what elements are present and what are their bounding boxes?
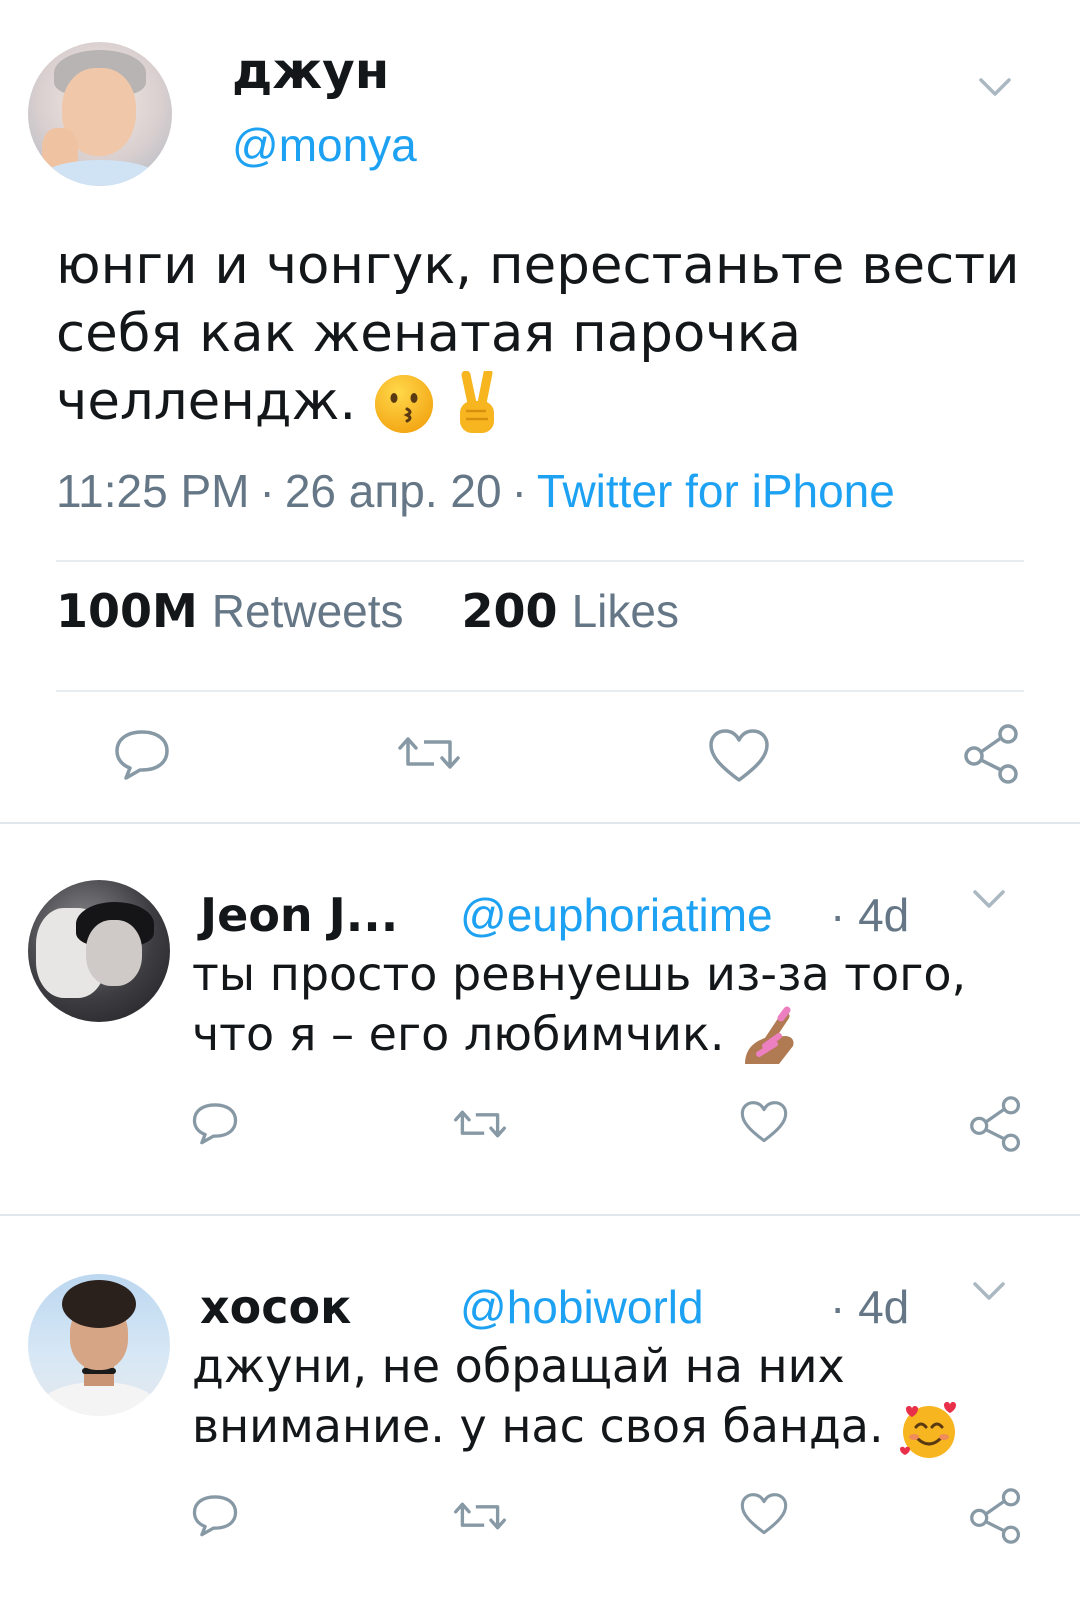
main-tweet: джун @monya юнги и чонгук, перестаньте в… xyxy=(0,0,1080,824)
reply-icon[interactable] xyxy=(190,1492,240,1538)
timestamp[interactable]: · 4d xyxy=(830,1280,909,1334)
nail-polish-icon xyxy=(745,1006,794,1064)
divider xyxy=(56,560,1024,562)
reply-icon[interactable] xyxy=(190,1100,240,1146)
retweet-icon[interactable] xyxy=(398,730,460,776)
retweet-icon[interactable] xyxy=(454,1496,506,1536)
victory-hand-icon xyxy=(459,371,494,434)
avatar[interactable] xyxy=(28,42,172,186)
kissing-face-icon xyxy=(375,375,434,434)
reply-text: ты просто ревнуешь из-за того, что я – е… xyxy=(192,944,1042,1070)
share-icon[interactable] xyxy=(962,722,1022,786)
avatar[interactable] xyxy=(28,880,170,1022)
reply-text: джуни, не обращай на них внимание. у нас… xyxy=(192,1336,1042,1461)
tweet-source-link[interactable]: Twitter for iPhone xyxy=(537,465,895,517)
reply-tweet[interactable]: хосок @hobiworld · 4d джуни, не обращай … xyxy=(0,1216,1080,1610)
reply-tweet[interactable]: Jeon J... @euphoriatime · 4d ты просто р… xyxy=(0,824,1080,1216)
avatar-hair xyxy=(62,1280,136,1328)
tweet-meta: 11:25 PM · 26 апр. 20 · Twitter for iPhone xyxy=(56,464,895,518)
tweet-stats: 100M Retweets 200 Likes xyxy=(56,584,679,638)
retweets-count: 100M xyxy=(56,584,198,638)
meta-separator: · xyxy=(511,465,527,517)
display-name[interactable]: хосок xyxy=(200,1280,351,1334)
tweet-text-body: юнги и чонгук, перестаньте вести себя ка… xyxy=(56,235,1020,432)
retweet-icon[interactable] xyxy=(454,1104,506,1144)
handle[interactable]: @euphoriatime xyxy=(460,888,773,942)
avatar-shirt xyxy=(42,1382,156,1416)
display-name[interactable]: джун xyxy=(232,42,389,100)
heart-icon[interactable] xyxy=(740,1100,788,1144)
retweets-stat[interactable]: 100M Retweets xyxy=(56,584,404,638)
avatar[interactable] xyxy=(28,1274,170,1416)
chevron-down-icon[interactable] xyxy=(978,76,1012,98)
likes-label: Likes xyxy=(571,585,679,637)
share-icon[interactable] xyxy=(968,1486,1024,1546)
handle[interactable]: @monya xyxy=(232,118,417,172)
share-icon[interactable] xyxy=(968,1094,1024,1154)
reply-text-body: ты просто ревнуешь из-за того, что я – е… xyxy=(192,947,967,1061)
divider xyxy=(56,690,1024,692)
tweet-thread-screen: джун @monya юнги и чонгук, перестаньте в… xyxy=(0,0,1080,1610)
avatar-face xyxy=(86,920,142,986)
likes-count: 200 xyxy=(461,584,558,638)
reply-icon[interactable] xyxy=(112,726,172,782)
chevron-down-icon[interactable] xyxy=(972,1280,1006,1302)
handle[interactable]: @hobiworld xyxy=(460,1280,704,1334)
likes-stat[interactable]: 200 Likes xyxy=(462,584,679,638)
tweet-date: 26 апр. 20 xyxy=(284,465,502,517)
tweet-text: юнги и чонгук, перестаньте вести себя ка… xyxy=(56,232,1036,437)
meta-separator: · xyxy=(259,465,275,517)
chevron-down-icon[interactable] xyxy=(972,888,1006,910)
tweet-time: 11:25 PM xyxy=(56,465,250,517)
heart-icon[interactable] xyxy=(708,728,770,784)
reply-text-body: джуни, не обращай на них внимание. у нас… xyxy=(192,1339,884,1453)
retweets-label: Retweets xyxy=(211,585,404,637)
timestamp[interactable]: · 4d xyxy=(830,888,909,942)
smiling-face-with-hearts-icon xyxy=(900,1401,957,1458)
display-name[interactable]: Jeon J... xyxy=(200,888,398,942)
heart-icon[interactable] xyxy=(740,1492,788,1536)
